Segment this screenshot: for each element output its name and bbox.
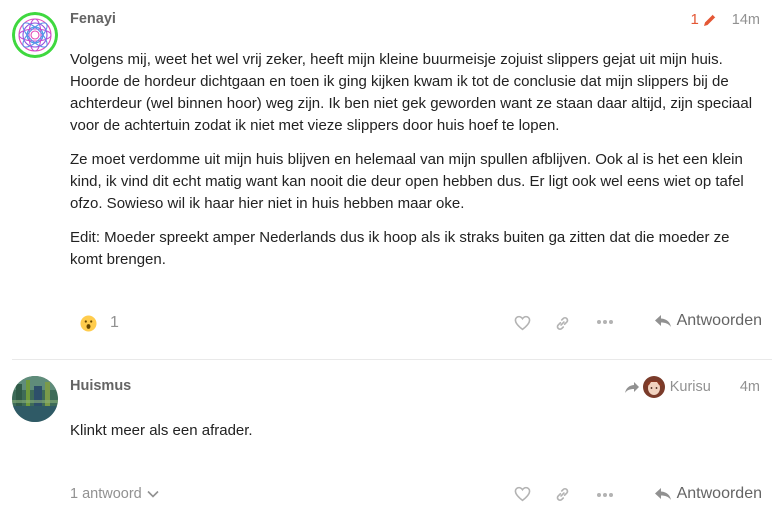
post-body: Klinkt meer als een afrader. (70, 420, 762, 454)
reply-to-username[interactable]: Kurisu (670, 379, 711, 395)
post-2: Huismus Kurisu 4m Klinkt meer als een af… (0, 360, 780, 516)
post-meta: Kurisu 4m (624, 376, 760, 398)
reply-button[interactable]: Antwoorden (654, 485, 762, 503)
post-paragraph: Klinkt meer als een afrader. (70, 422, 253, 439)
reaction-button[interactable]: 1 (80, 314, 119, 332)
kurisu-avatar-icon (642, 376, 665, 398)
pencil-icon[interactable] (702, 12, 718, 28)
post-paragraph: Ze moet verdomme uit mijn huis blijven e… (70, 151, 744, 212)
copy-link-button[interactable] (554, 315, 571, 332)
heart-icon (514, 486, 531, 502)
more-button[interactable] (596, 319, 614, 325)
username[interactable]: Huismus (70, 378, 131, 394)
post-paragraph: Edit: Moeder spreekt amper Nederlands du… (70, 229, 730, 268)
reply-to-avatar[interactable] (642, 376, 665, 398)
reply-label: Antwoorden (676, 485, 762, 502)
avatar[interactable] (12, 12, 58, 58)
post-actions: 1 antwoord Antwoorden (70, 482, 762, 508)
post-time[interactable]: 4m (740, 379, 760, 395)
more-icon (597, 320, 613, 324)
edit-count[interactable]: 1 (690, 11, 698, 28)
like-button[interactable] (514, 315, 531, 331)
post-actions: 1 Antwoorden (70, 309, 762, 337)
copy-link-button[interactable] (554, 486, 571, 503)
more-icon (597, 493, 613, 497)
avatar[interactable] (12, 376, 58, 422)
surprised-emoji-icon (80, 315, 97, 331)
heart-icon (514, 315, 531, 331)
share-arrow-icon (624, 381, 640, 394)
username[interactable]: Fenayi (70, 11, 116, 27)
more-button[interactable] (596, 492, 614, 498)
link-icon (556, 316, 569, 330)
reaction-count: 1 (110, 314, 119, 331)
post-paragraph: Volgens mij, weet het wel vrij zeker, he… (70, 51, 753, 134)
mandala-avatar-icon (12, 12, 58, 58)
link-icon (556, 488, 569, 501)
reply-label: Antwoorden (676, 312, 762, 329)
reply-button[interactable]: Antwoorden (654, 312, 762, 330)
post-body: Volgens mij, weet het wel vrij zeker, he… (70, 49, 762, 283)
chevron-down-icon (147, 490, 159, 498)
like-button[interactable] (514, 486, 531, 502)
post-meta: 1 14m (690, 11, 760, 28)
landscape-avatar-icon (12, 376, 58, 422)
post-time[interactable]: 14m (732, 12, 760, 28)
show-replies-button[interactable]: 1 antwoord (70, 486, 159, 502)
reply-icon (654, 488, 671, 500)
reply-icon (654, 315, 671, 327)
post-1: Fenayi 1 14m Volgens mij, weet het wel v… (0, 0, 780, 350)
replies-count-label: 1 antwoord (70, 486, 142, 502)
